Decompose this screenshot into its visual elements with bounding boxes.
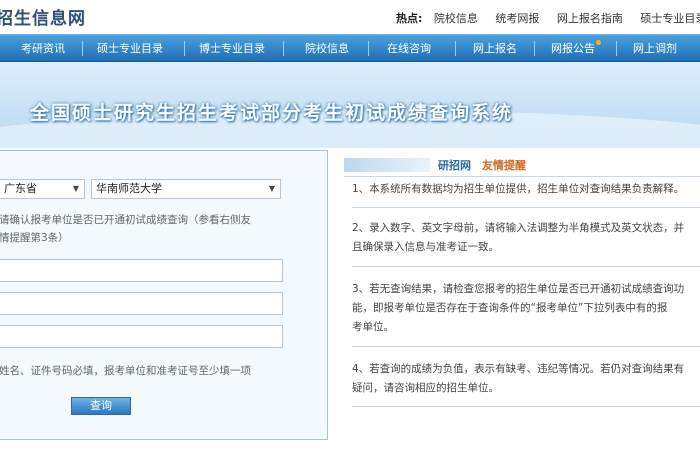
notice-site-name: 研招网: [438, 159, 471, 172]
province-select-value: 广东省: [4, 182, 37, 195]
main-nav: 考研资讯 硕士专业目录 博士专业目录 院校信息 在线咨询 网上报名 网报公告 网…: [0, 34, 700, 62]
query-form-panel: 广东省 ▼ 华南师范大学 ▼ 请确认报考单位是否已开通初试成绩查询（参看右侧友 …: [0, 150, 328, 440]
top-header: 招生信息网 热点: 院校信息 统考网报 网上报名指南 硕士专业目录 网: [0, 0, 700, 34]
notice-header: 研招网 友情提醒: [344, 155, 700, 175]
nav-separator: [283, 41, 284, 56]
nav-item-exam-news[interactable]: 考研资讯: [8, 35, 78, 62]
required-fields-tip: 姓名、证件号码必填，报考单位和准考证号至少填一项: [0, 365, 251, 377]
hot-link-school-info[interactable]: 院校信息: [434, 12, 478, 25]
nav-separator: [534, 41, 535, 56]
nav-item-online-consult[interactable]: 在线咨询: [374, 35, 444, 62]
notice-item-3: 3、若无查询结果，请检查您报考的招生单位是否已开通初试成绩查询功 能，即报考单位…: [352, 283, 685, 333]
notice-divider: [352, 266, 700, 267]
notice-item-1: 1、本系统所有数据均为招生单位提供，招生单位对查询结果负责解释。: [352, 183, 685, 195]
hot-link-unified-registration[interactable]: 统考网报: [495, 12, 539, 25]
page-banner: 全国硕士研究生招生考试部分考生初试成绩查询系统: [0, 62, 700, 148]
id-number-input[interactable]: [0, 292, 283, 315]
nav-item-online-adjustment[interactable]: 网上调剂: [622, 35, 688, 62]
hot-link-registration-guide[interactable]: 网上报名指南: [557, 12, 623, 25]
nav-item-school-info[interactable]: 院校信息: [290, 35, 364, 62]
new-badge-icon: [596, 40, 601, 45]
page-title: 全国硕士研究生招生考试部分考生初试成绩查询系统: [30, 102, 514, 124]
province-select[interactable]: 广东省 ▼: [0, 179, 85, 199]
chevron-down-icon: ▼: [268, 184, 275, 193]
school-check-note: 请确认报考单位是否已开通初试成绩查询（参看右侧友 情提醒第3条）: [0, 214, 251, 244]
query-button[interactable]: 查询: [71, 397, 131, 415]
notice-header-bar: [344, 158, 430, 172]
notice-item-2: 2、录入数字、英文字母前，请将输入法调整为半角模式及英文状态，并 且确保录入信息…: [352, 222, 685, 253]
nav-separator: [616, 41, 617, 56]
hot-links-bar: 热点: 院校信息 统考网报 网上报名指南 硕士专业目录 网: [396, 10, 700, 26]
nav-separator: [455, 41, 456, 56]
nav-separator: [82, 41, 83, 56]
notice-divider: [352, 346, 700, 347]
nav-separator: [368, 41, 369, 56]
chevron-down-icon: ▼: [72, 184, 79, 193]
notice-divider: [352, 207, 700, 208]
site-logo[interactable]: 招生信息网: [0, 4, 86, 29]
school-select-value: 华南师范大学: [96, 182, 162, 195]
nav-item-doctor-catalog[interactable]: 博士专业目录: [190, 35, 274, 62]
nav-item-registration-notice[interactable]: 网报公告: [540, 35, 606, 62]
hot-label: 热点:: [396, 12, 423, 25]
notice-divider: [344, 176, 700, 177]
hot-link-master-catalog[interactable]: 硕士专业目录: [640, 12, 700, 25]
nav-item-online-registration[interactable]: 网上报名: [462, 35, 528, 62]
notice-item-4: 4、若查询的成绩为负值，表示有缺考、违纪等情况。若仍对查询结果有 疑问，请咨询相…: [352, 363, 685, 394]
school-select[interactable]: 华南师范大学 ▼: [91, 179, 281, 199]
notice-title: 友情提醒: [482, 159, 526, 172]
nav-item-master-catalog[interactable]: 硕士专业目录: [88, 35, 172, 62]
nav-separator: [184, 41, 185, 56]
exam-number-input[interactable]: [0, 325, 283, 348]
name-input[interactable]: [0, 259, 283, 282]
notice-divider: [352, 406, 700, 407]
